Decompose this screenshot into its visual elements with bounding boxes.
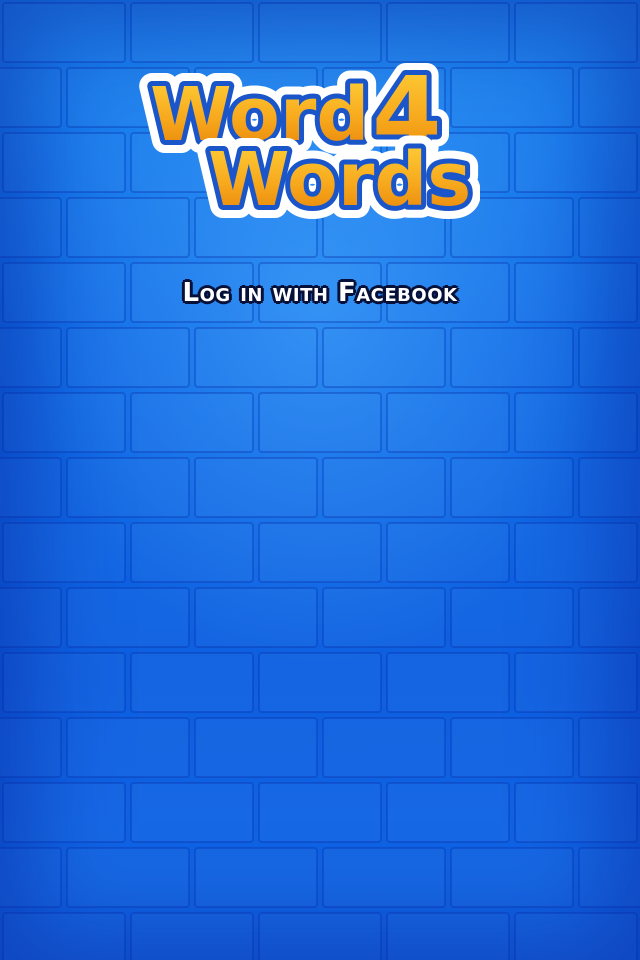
- brick: [66, 717, 190, 778]
- brick: [450, 587, 574, 648]
- brick: [194, 847, 318, 908]
- brick: [386, 392, 510, 453]
- brick: [514, 392, 638, 453]
- brick: [578, 847, 640, 908]
- brick: [514, 262, 638, 323]
- brick: [514, 2, 638, 63]
- brick: [322, 587, 446, 648]
- brick: [322, 457, 446, 518]
- brick: [514, 782, 638, 843]
- brick: [322, 327, 446, 388]
- brick: [0, 67, 62, 128]
- brick: [578, 717, 640, 778]
- brick: [2, 132, 126, 193]
- brick: [66, 327, 190, 388]
- brick: [386, 782, 510, 843]
- brick: [578, 587, 640, 648]
- brick: [2, 262, 126, 323]
- brick: [130, 912, 254, 960]
- brick: [578, 197, 640, 258]
- brick: [258, 782, 382, 843]
- brick: [194, 717, 318, 778]
- brick: [2, 522, 126, 583]
- brick: [514, 522, 638, 583]
- brick: [130, 652, 254, 713]
- brick: [66, 587, 190, 648]
- brick: [194, 327, 318, 388]
- brick: [386, 522, 510, 583]
- brick: [0, 327, 62, 388]
- brick: [2, 912, 126, 960]
- brick: [194, 457, 318, 518]
- brick: [130, 392, 254, 453]
- brick: [2, 392, 126, 453]
- facebook-login-label: Log in with Facebook: [182, 278, 458, 308]
- brick: [322, 847, 446, 908]
- brick: [514, 132, 638, 193]
- brick: [66, 847, 190, 908]
- word4words-logo: Word Word Word 4 4 4 Words Words Words: [137, 43, 480, 230]
- brick: [2, 652, 126, 713]
- brick: [514, 652, 638, 713]
- brick: [450, 717, 574, 778]
- brick: [2, 2, 126, 63]
- brick: [2, 782, 126, 843]
- brick: [0, 457, 62, 518]
- brick: [386, 652, 510, 713]
- brick: [258, 522, 382, 583]
- login-screen: Word Word Word 4 4 4 Words Words Words L…: [0, 0, 640, 960]
- brick: [578, 67, 640, 128]
- brick: [0, 717, 62, 778]
- brick: [514, 912, 638, 960]
- brick: [450, 327, 574, 388]
- brick: [0, 197, 62, 258]
- brick: [66, 457, 190, 518]
- brick: [0, 587, 62, 648]
- brick: [386, 912, 510, 960]
- brick: [130, 522, 254, 583]
- brick: [258, 652, 382, 713]
- brick: [578, 457, 640, 518]
- brick: [0, 847, 62, 908]
- brick: [578, 327, 640, 388]
- brick: [130, 782, 254, 843]
- brick: [322, 717, 446, 778]
- logo-word2: Words: [208, 137, 471, 223]
- brick: [450, 457, 574, 518]
- brick: [194, 587, 318, 648]
- facebook-login-button[interactable]: Log in with Facebook: [120, 270, 520, 316]
- brick: [258, 912, 382, 960]
- brick: [258, 392, 382, 453]
- brick: [450, 847, 574, 908]
